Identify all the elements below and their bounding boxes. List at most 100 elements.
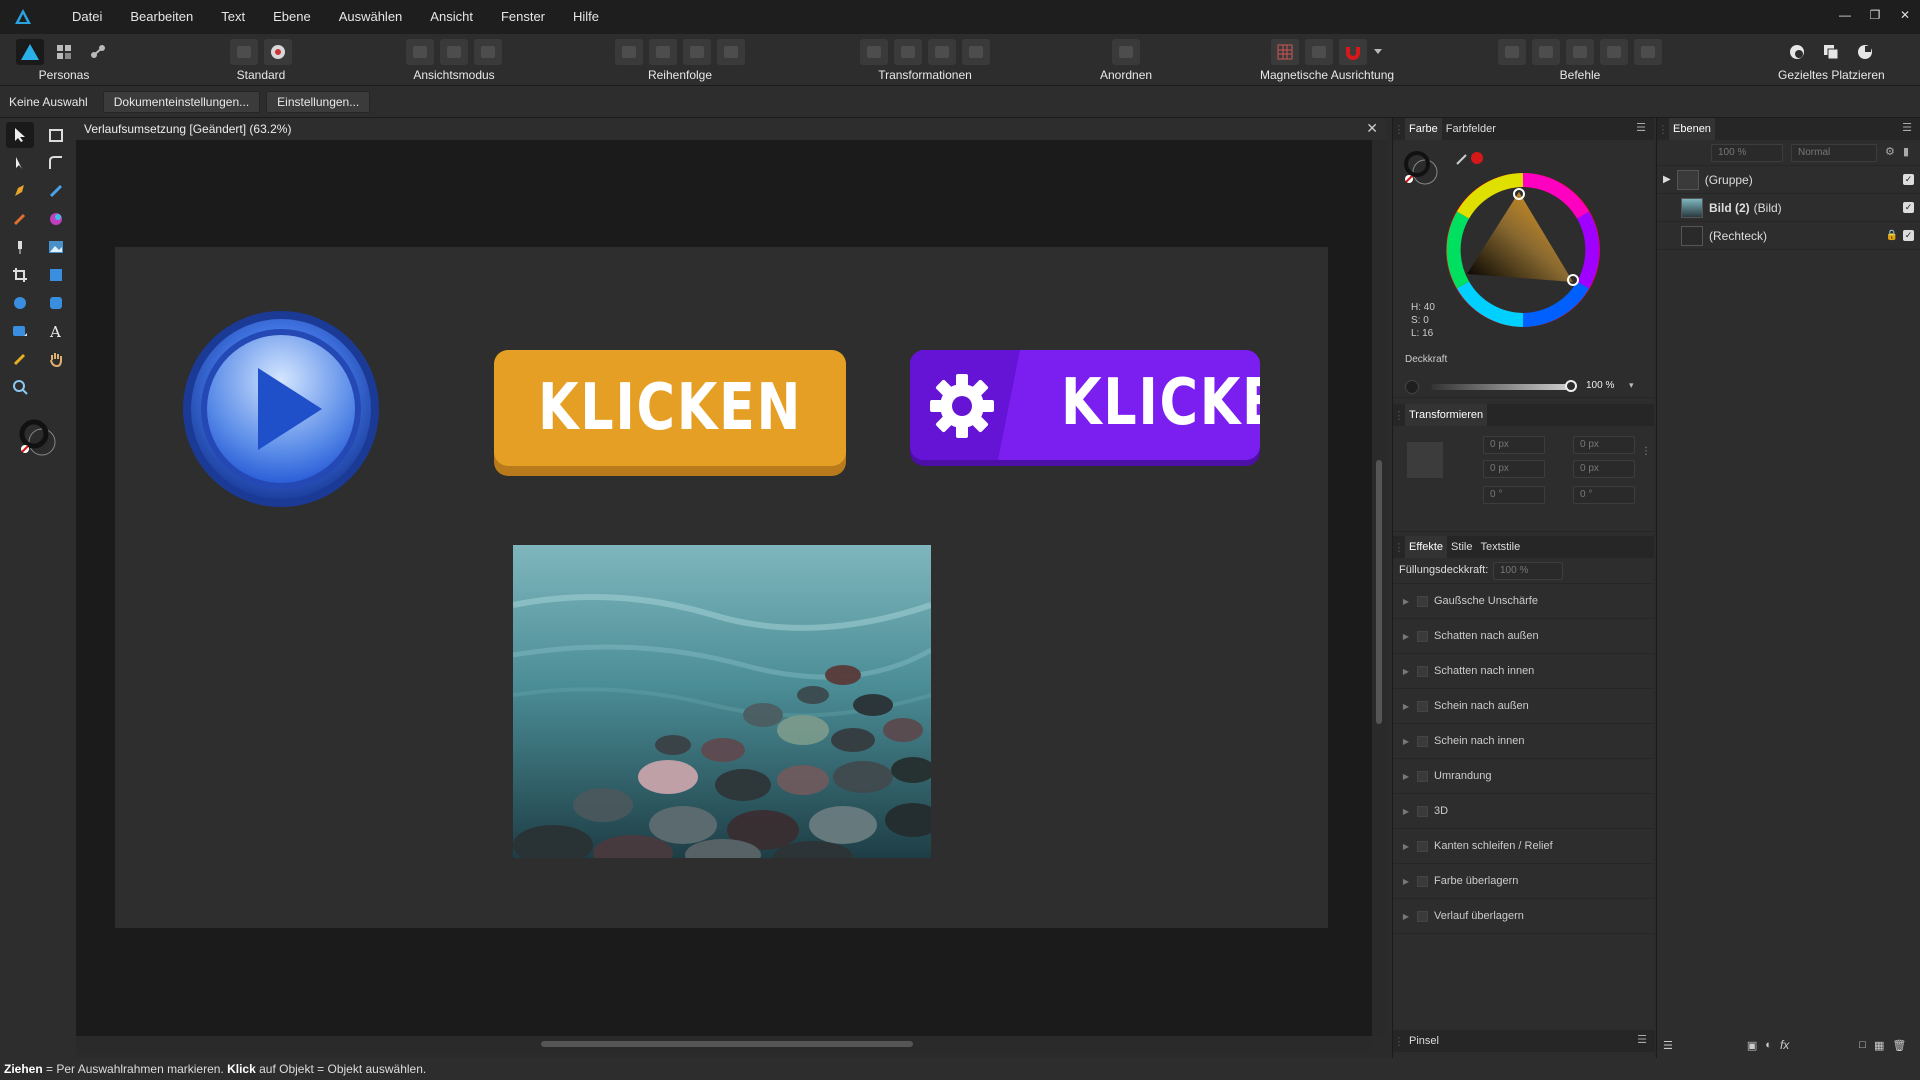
- order-back-icon[interactable]: [615, 39, 643, 65]
- fill-opacity-field[interactable]: 100 %: [1493, 562, 1563, 580]
- order-backward-icon[interactable]: [649, 39, 677, 65]
- bool-subtract-icon[interactable]: [1532, 39, 1560, 65]
- panel-menu-icon[interactable]: ☰: [1637, 1033, 1647, 1046]
- fill-tool-icon[interactable]: [42, 206, 70, 232]
- expand-arrow-icon[interactable]: ▶: [1399, 807, 1413, 816]
- menu-ebene[interactable]: Ebene: [259, 0, 325, 34]
- effect-checkbox[interactable]: [1417, 630, 1428, 642]
- close-icon[interactable]: ✕: [1890, 0, 1920, 30]
- color-wheel[interactable]: [1443, 170, 1603, 333]
- add-group-icon[interactable]: ▦: [1874, 1039, 1884, 1052]
- expand-arrow-icon[interactable]: ▶: [1663, 174, 1671, 185]
- move-tool-icon[interactable]: [6, 122, 34, 148]
- pen-tool-icon[interactable]: [6, 178, 34, 204]
- bool-divide-icon[interactable]: [1634, 39, 1662, 65]
- shear-field[interactable]: 0 °: [1573, 486, 1635, 504]
- pencil-tool-icon[interactable]: [42, 178, 70, 204]
- panel-grip-icon[interactable]: ⋮: [1393, 1035, 1405, 1048]
- arrange-icon[interactable]: [1112, 39, 1141, 65]
- eyedropper-icon[interactable]: [1455, 152, 1469, 169]
- effect-checkbox[interactable]: [1417, 770, 1428, 782]
- menu-text[interactable]: Text: [207, 0, 259, 34]
- rotation-field[interactable]: 0 °: [1483, 486, 1545, 504]
- fill-stroke-swatch-icon[interactable]: [16, 416, 60, 460]
- rectangle-tool-icon[interactable]: [42, 262, 70, 288]
- x-field[interactable]: 0 px: [1483, 436, 1545, 454]
- expand-arrow-icon[interactable]: ▶: [1399, 632, 1413, 641]
- menu-ansicht[interactable]: Ansicht: [416, 0, 487, 34]
- vertical-scroll-thumb[interactable]: [1376, 460, 1382, 724]
- expand-arrow-icon[interactable]: ▶: [1399, 702, 1413, 711]
- shapes-tool-icon[interactable]: [6, 318, 34, 344]
- designer-persona-icon[interactable]: [16, 39, 44, 65]
- bool-intersect-icon[interactable]: [1566, 39, 1594, 65]
- export-persona-icon[interactable]: [84, 39, 112, 65]
- document-settings-button[interactable]: Dokumenteinstellungen...: [102, 90, 261, 113]
- effect-row[interactable]: ▶ Schein nach außen: [1393, 689, 1654, 724]
- expand-arrow-icon[interactable]: ▶: [1399, 667, 1413, 676]
- crop-tool-icon[interactable]: [6, 262, 34, 288]
- menu-fenster[interactable]: Fenster: [487, 0, 559, 34]
- play-button-graphic[interactable]: [182, 310, 380, 511]
- ellipse-tool-icon[interactable]: [6, 290, 34, 316]
- effect-checkbox[interactable]: [1417, 875, 1428, 887]
- layer-opacity-field[interactable]: 100 %: [1711, 144, 1783, 162]
- insert-inside-icon[interactable]: [1851, 39, 1879, 65]
- tab-farbe[interactable]: Farbe: [1405, 118, 1442, 140]
- order-front-icon[interactable]: [717, 39, 745, 65]
- flip-h-icon[interactable]: [860, 39, 888, 65]
- opacity-value[interactable]: 100 %: [1586, 380, 1614, 391]
- artboard-tool-icon[interactable]: [42, 122, 70, 148]
- expand-arrow-icon[interactable]: ▶: [1399, 772, 1413, 781]
- rounded-rectangle-tool-icon[interactable]: [42, 290, 70, 316]
- color-picker-tool-icon[interactable]: [6, 346, 34, 372]
- effect-checkbox[interactable]: [1417, 665, 1428, 677]
- close-document-icon[interactable]: ✕: [1366, 120, 1378, 137]
- add-pixel-layer-icon[interactable]: □: [1859, 1039, 1866, 1051]
- menu-bearbeiten[interactable]: Bearbeiten: [116, 0, 207, 34]
- panel-grip-icon[interactable]: ⋮: [1393, 541, 1405, 554]
- guides-icon[interactable]: [1305, 39, 1334, 65]
- pixel-persona-icon[interactable]: [50, 39, 78, 65]
- place-image-tool-icon[interactable]: [42, 234, 70, 260]
- tab-ebenen[interactable]: Ebenen: [1669, 118, 1715, 140]
- link-icon[interactable]: ⋮: [1641, 446, 1651, 457]
- bool-xor-icon[interactable]: [1600, 39, 1628, 65]
- expand-arrow-icon[interactable]: ▶: [1399, 737, 1413, 746]
- anchor-grid-icon[interactable]: [1407, 442, 1443, 478]
- tab-transformieren[interactable]: Transformieren: [1405, 404, 1488, 426]
- lock-icon[interactable]: 🔒: [1886, 230, 1898, 241]
- opacity-dropdown-icon[interactable]: ▾: [1629, 380, 1634, 391]
- effect-row[interactable]: ▶ Farbe überlagern: [1393, 864, 1654, 899]
- mask-icon[interactable]: ▣: [1747, 1039, 1757, 1052]
- expand-arrow-icon[interactable]: ▶: [1399, 912, 1413, 921]
- effect-row[interactable]: ▶ Umrandung: [1393, 759, 1654, 794]
- tab-pinsel[interactable]: Pinsel: [1405, 1035, 1443, 1047]
- effect-checkbox[interactable]: [1417, 735, 1428, 747]
- panel-menu-icon[interactable]: ☰: [1902, 121, 1912, 134]
- magnet-icon[interactable]: [1339, 39, 1368, 65]
- node-tool-icon[interactable]: [6, 150, 34, 176]
- chevron-down-icon[interactable]: [1373, 39, 1383, 65]
- effect-row[interactable]: ▶ Verlauf überlagern: [1393, 899, 1654, 934]
- effect-row[interactable]: ▶ Gaußsche Unschärfe: [1393, 584, 1654, 619]
- effect-checkbox[interactable]: [1417, 700, 1428, 712]
- effect-checkbox[interactable]: [1417, 595, 1428, 607]
- layer-row-group[interactable]: ▶ (Gruppe) ✓: [1657, 166, 1920, 194]
- layer-visibility-checkbox[interactable]: ✓: [1903, 202, 1914, 213]
- opacity-slider-handle[interactable]: [1565, 380, 1577, 392]
- effect-checkbox[interactable]: [1417, 910, 1428, 922]
- order-forward-icon[interactable]: [683, 39, 711, 65]
- height-field[interactable]: 0 px: [1573, 460, 1635, 478]
- affinity-logo-icon[interactable]: [12, 6, 34, 28]
- effect-checkbox[interactable]: [1417, 805, 1428, 817]
- settings-button[interactable]: Einstellungen...: [266, 90, 371, 113]
- panel-grip-icon[interactable]: ⋮: [1393, 409, 1405, 422]
- expand-arrow-icon[interactable]: ▶: [1399, 842, 1413, 851]
- layer-visibility-checkbox[interactable]: ✓: [1903, 174, 1914, 185]
- view-outline-icon[interactable]: [474, 39, 502, 65]
- pebbles-photo[interactable]: [513, 545, 931, 858]
- menu-datei[interactable]: Datei: [58, 0, 116, 34]
- tab-effekte[interactable]: Effekte: [1405, 536, 1448, 558]
- effect-checkbox[interactable]: [1417, 840, 1428, 852]
